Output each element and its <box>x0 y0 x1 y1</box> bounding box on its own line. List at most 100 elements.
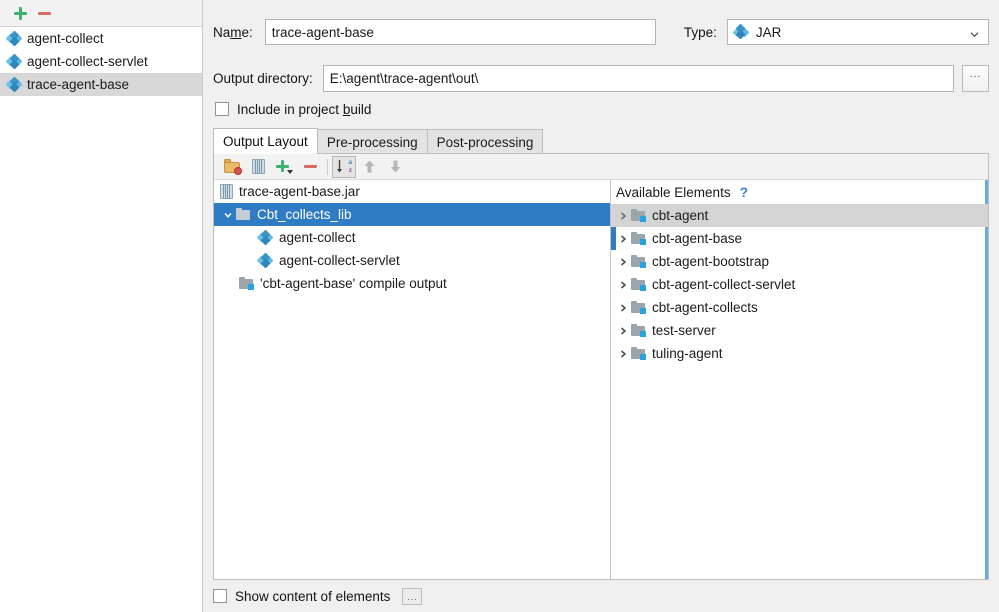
module-icon <box>631 255 646 268</box>
archive-icon <box>251 159 265 174</box>
list-item[interactable]: trace-agent-base <box>0 73 202 96</box>
create-archive-button[interactable] <box>245 156 271 178</box>
remove-artifact-button[interactable] <box>32 2 56 24</box>
tree-row-label: tuling-agent <box>652 346 723 361</box>
editor-tabs: Output Layout Pre-processing Post-proces… <box>213 128 544 154</box>
module-icon <box>631 278 646 291</box>
artifact-label: trace-agent-base <box>27 77 130 92</box>
tree-row-label: cbt-agent-bootstrap <box>652 254 770 269</box>
chevron-right-icon[interactable] <box>615 280 631 290</box>
output-directory-input[interactable]: E:\agent\trace-agent\out\ <box>322 64 954 92</box>
folder-plain-icon <box>236 208 251 221</box>
tree-row[interactable]: cbt-agent-base <box>611 227 988 250</box>
tree-row-label: agent-collect-servlet <box>279 253 400 268</box>
show-content-options-button[interactable]: ... <box>402 587 423 605</box>
artifact-list-panel: agent-collect agent-collect-servlet trac… <box>0 0 203 612</box>
plus-icon <box>13 6 27 20</box>
tree-row-label: Cbt_collects_lib <box>257 207 352 222</box>
tree-row-label: cbt-agent-collects <box>652 300 758 315</box>
name-label: Name: <box>213 24 253 40</box>
available-elements-title: Available Elements <box>616 184 731 200</box>
tab-label: Pre-processing <box>326 134 418 150</box>
output-directory-label: Output directory: <box>213 70 313 86</box>
tree-row-label: cbt-agent <box>652 208 709 223</box>
tree-row-label: trace-agent-base.jar <box>239 184 360 199</box>
artifact-label: agent-collect-servlet <box>27 54 148 69</box>
name-input[interactable]: trace-agent-base <box>264 19 656 45</box>
tree-row[interactable]: cbt-agent <box>611 204 988 227</box>
tab-post-processing[interactable]: Post-processing <box>426 129 544 154</box>
tree-row[interactable]: trace-agent-base.jar <box>214 180 610 203</box>
sort-az-icon: az <box>336 159 352 174</box>
minus-icon <box>37 11 51 15</box>
output-layout-tree[interactable]: trace-agent-base.jar Cbt_collects_lib ag… <box>214 180 611 579</box>
chevron-right-icon[interactable] <box>615 349 631 359</box>
available-elements-tree[interactable]: Available Elements ? cbt-agent cbt-agent… <box>611 180 988 579</box>
tree-row[interactable]: cbt-agent-bootstrap <box>611 250 988 273</box>
tree-row-label: cbt-agent-collect-servlet <box>652 277 796 292</box>
tree-row[interactable]: agent-collect-servlet <box>214 249 610 272</box>
module-icon <box>631 301 646 314</box>
tree-row[interactable]: Cbt_collects_lib <box>214 203 610 226</box>
tree-row[interactable]: tuling-agent <box>611 342 988 365</box>
move-up-button[interactable] <box>356 156 382 178</box>
tab-pre-processing[interactable]: Pre-processing <box>316 129 428 154</box>
list-item[interactable]: agent-collect-servlet <box>0 50 202 73</box>
add-artifact-button[interactable] <box>8 2 32 24</box>
module-icon <box>631 209 646 222</box>
tree-row-label: cbt-agent-base <box>652 231 743 246</box>
tree-row-label: test-server <box>652 323 716 338</box>
artifact-list[interactable]: agent-collect agent-collect-servlet trac… <box>0 27 202 612</box>
show-content-of-elements-label: Show content of elements <box>235 588 391 604</box>
chevron-right-icon[interactable] <box>615 211 631 221</box>
output-directory-row: Output directory: E:\agent\trace-agent\o… <box>213 64 989 92</box>
bottom-bar: Show content of elements ... <box>213 584 989 608</box>
tree-row-label: 'cbt-agent-base' compile output <box>260 276 447 291</box>
artifact-label: agent-collect <box>27 31 104 46</box>
module-icon <box>631 347 646 360</box>
help-icon[interactable]: ? <box>740 184 749 200</box>
plus-dropdown-icon <box>276 159 293 174</box>
module-icon <box>239 277 254 290</box>
tree-row[interactable]: cbt-agent-collect-servlet <box>611 273 988 296</box>
tree-row[interactable]: 'cbt-agent-base' compile output <box>214 272 610 295</box>
toolbar-separator <box>327 158 328 175</box>
output-layout-panel: az trace-agent-base.jar Cbt_collects_lib… <box>213 153 989 580</box>
move-down-button[interactable] <box>382 156 408 178</box>
type-label: Type: <box>683 24 717 40</box>
tree-row[interactable]: agent-collect <box>214 226 610 249</box>
chevron-right-icon[interactable] <box>615 303 631 313</box>
tab-output-layout[interactable]: Output Layout <box>213 128 318 154</box>
browse-output-directory-button[interactable]: ... <box>962 64 989 92</box>
tree-row[interactable]: cbt-agent-collects <box>611 296 988 319</box>
arrow-down-icon <box>390 160 400 173</box>
include-in-project-build-label: Include in project build <box>237 101 372 117</box>
chevron-down-icon[interactable] <box>220 210 236 220</box>
list-item[interactable]: agent-collect <box>0 27 202 50</box>
jar-diamond-icon <box>5 53 23 69</box>
add-copy-of-button[interactable] <box>271 156 297 178</box>
show-content-of-elements-checkbox[interactable] <box>213 589 227 603</box>
chevron-right-icon[interactable] <box>615 257 631 267</box>
tab-label: Output Layout <box>223 134 308 149</box>
available-elements-header: Available Elements ? <box>611 180 988 204</box>
name-input-value: trace-agent-base <box>271 24 374 40</box>
tree-row[interactable]: test-server <box>611 319 988 342</box>
output-layout-toolbar: az <box>214 154 988 180</box>
remove-element-button[interactable] <box>297 156 323 178</box>
include-in-project-build-checkbox[interactable] <box>215 102 229 116</box>
chevron-right-icon[interactable] <box>615 326 631 336</box>
jar-diamond-icon <box>256 252 274 268</box>
type-select[interactable]: JAR <box>726 19 989 45</box>
output-directory-value: E:\agent\trace-agent\out\ <box>329 70 479 86</box>
chevron-right-icon[interactable] <box>615 234 631 244</box>
module-icon <box>631 232 646 245</box>
include-in-project-build-row[interactable]: Include in project build <box>215 100 371 118</box>
create-directory-button[interactable] <box>219 156 245 178</box>
jar-diamond-icon <box>5 30 23 46</box>
sort-alphabetically-button[interactable]: az <box>332 155 356 178</box>
layout-split: trace-agent-base.jar Cbt_collects_lib ag… <box>214 180 988 579</box>
folder-gear-icon <box>223 159 242 175</box>
jar-diamond-icon <box>732 23 750 40</box>
artifact-editor: Name: trace-agent-base Type: JAR Output … <box>203 0 999 612</box>
